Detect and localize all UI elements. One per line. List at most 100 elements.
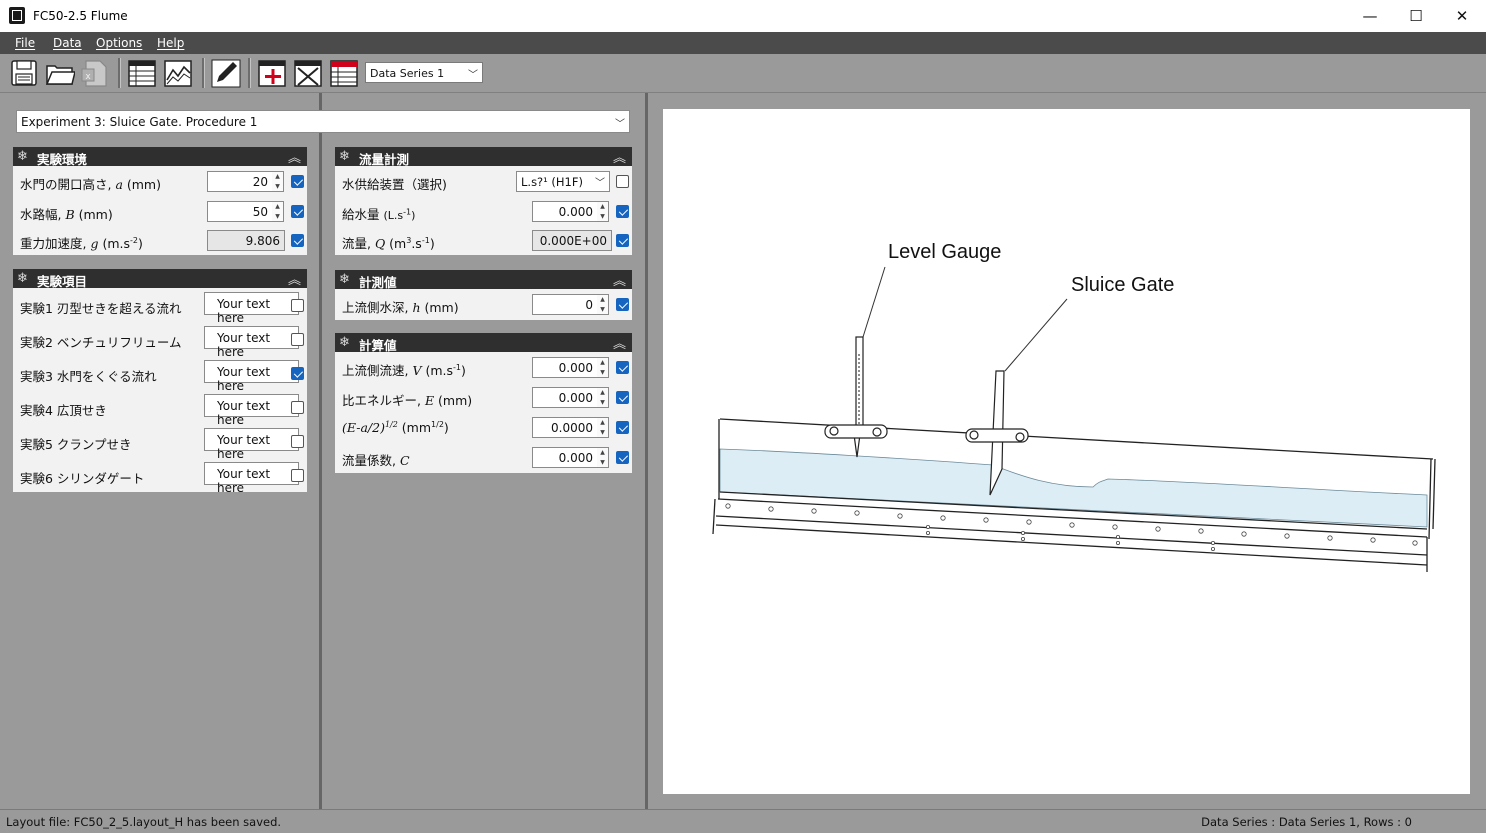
gate-opening-input[interactable]: 20 [207,171,273,192]
sluice-gate-leader [1004,298,1068,372]
upstream-depth-checkbox[interactable] [616,298,629,311]
experiment-row: 実験3 水門をくぐる流れ Your text here [13,356,307,393]
experiment-text-input[interactable]: Your text here [204,428,299,461]
gravity-checkbox[interactable] [291,234,304,247]
flow-rate-checkbox[interactable] [616,234,629,247]
discharge-coeff-checkbox[interactable] [616,451,629,464]
status-series-info: Data Series : Data Series 1, Rows : 0 [1201,815,1412,829]
collapse-icon[interactable]: ︽ [288,147,301,166]
excel-export-icon[interactable]: x [80,58,110,88]
channel-width-stepper[interactable]: ▲ ▼ [272,201,284,222]
calculated-panel-header[interactable]: ❄ 計算値 ︽ [335,333,632,353]
experiment-checkbox[interactable] [291,299,304,312]
open-folder-icon[interactable] [45,58,75,88]
upstream-velocity-stepper[interactable]: ▲ ▼ [597,357,609,378]
experiment-checkbox[interactable] [291,469,304,482]
menu-options[interactable]: Options [96,36,142,50]
upstream-velocity-input[interactable]: 0.000 [532,357,598,378]
collapse-icon[interactable]: ︽ [613,147,626,166]
gravity-label: 重力加速度, g (m.s-2) [20,235,143,251]
graph-view-icon[interactable] [163,58,193,88]
chevron-down-icon: ﹀ [468,70,478,81]
specific-energy-label: 比エネルギー, E (mm) [342,393,473,408]
close-button[interactable]: ✕ [1439,0,1485,32]
gate-opening-checkbox[interactable] [291,175,304,188]
chevron-down-icon: ﹀ [615,119,625,130]
snowflake-icon: ❄ [339,272,350,287]
flow-panel-header[interactable]: ❄ 流量計測 ︽ [335,147,632,167]
upstream-depth-stepper[interactable]: ▲ ▼ [597,294,609,315]
collapse-icon[interactable]: ︽ [288,269,301,288]
maximize-button[interactable]: ☐ [1393,0,1439,32]
supply-device-select[interactable]: L.s?¹ (H1F) ﹀ [516,171,610,192]
experiment-row: 実験5 クランプせき Your text here [13,424,307,461]
menu-help[interactable]: Help [157,36,184,50]
snowflake-icon: ❄ [17,149,28,164]
experiment-checkbox[interactable] [291,367,304,380]
upstream-velocity-row: 上流側流速, V (m.s-1) 0.000 ▲ ▼ [335,352,632,382]
edit-pencil-icon[interactable] [211,58,241,88]
measured-values-panel: ❄ 計測値 ︽ 上流側水深, h (mm) 0 ▲ ▼ [335,270,632,320]
experiment-checkbox[interactable] [291,333,304,346]
channel-width-checkbox[interactable] [291,205,304,218]
experiment-text-input[interactable]: Your text here [204,292,299,325]
channel-width-row: 水路幅, B (mm) 50 ▲ ▼ [13,196,307,226]
specific-energy-checkbox[interactable] [616,391,629,404]
menu-data[interactable]: Data [53,36,82,50]
supply-device-checkbox[interactable] [616,175,629,188]
environment-panel-header[interactable]: ❄ 実験環境 ︽ [13,147,307,167]
chevron-down-icon: ﹀ [595,178,605,189]
table-view-icon[interactable] [127,58,157,88]
specific-energy-input[interactable]: 0.000 [532,387,598,408]
minimize-button[interactable]: — [1347,0,1393,32]
experiment-text-input[interactable]: Your text here [204,462,299,495]
experiment-text-input[interactable]: Your text here [204,360,299,393]
toolbar: x [0,54,1486,93]
save-icon[interactable] [9,58,39,88]
experiment-select-value: Experiment 3: Sluice Gate. Procedure 1 [21,115,258,129]
specific-energy-stepper[interactable]: ▲ ▼ [597,387,609,408]
toolbar-separator [118,58,121,88]
delete-row-icon[interactable] [293,58,323,88]
snowflake-icon: ❄ [339,149,350,164]
supply-rate-checkbox[interactable] [616,205,629,218]
experiments-panel-header[interactable]: ❄ 実験項目 ︽ [13,269,307,289]
collapse-icon[interactable]: ︽ [613,270,626,289]
experiment-select[interactable]: Experiment 3: Sluice Gate. Procedure 1 ﹀ [16,110,630,133]
pane-splitter[interactable] [645,93,648,809]
experiment-text-input[interactable]: Your text here [204,326,299,359]
upstream-velocity-label: 上流側流速, V (m.s-1) [342,362,466,378]
app-icon [9,7,25,24]
energy-root-input[interactable]: 0.0000 [532,417,598,438]
gate-opening-stepper[interactable]: ▲ ▼ [272,171,284,192]
flow-measurement-panel: ❄ 流量計測 ︽ 水供給装置（選択) L.s?¹ (H1F) ﹀ 給水量 (L.… [335,147,632,255]
measured-panel-header[interactable]: ❄ 計測値 ︽ [335,270,632,290]
gate-opening-row: 水門の開口高さ, a (mm) 20 ▲ ▼ [13,166,307,196]
level-gauge-leader [862,266,886,338]
menu-file[interactable]: File [15,36,35,50]
experiment-checkbox[interactable] [291,401,304,414]
supply-rate-label: 給水量 (L.s-1) [342,207,416,222]
supply-rate-input[interactable]: 0.000 [532,201,598,222]
energy-root-row: (E-a/2)1/2 (mm1/2) 0.0000 ▲ ▼ [335,412,632,442]
status-message: Layout file: FC50_2_5.layout_H has been … [6,815,282,829]
energy-root-stepper[interactable]: ▲ ▼ [597,417,609,438]
gravity-row: 重力加速度, g (m.s-2) 9.806 [13,225,307,255]
clear-table-icon[interactable] [329,58,359,88]
sluice-gate-label: Sluice Gate [1071,274,1174,296]
collapse-icon[interactable]: ︽ [613,333,626,352]
energy-root-checkbox[interactable] [616,421,629,434]
add-row-icon[interactable] [257,58,287,88]
experiment-checkbox[interactable] [291,435,304,448]
data-series-select[interactable]: Data Series 1 ﹀ [365,62,483,83]
discharge-coeff-input[interactable]: 0.000 [532,447,598,468]
upstream-velocity-checkbox[interactable] [616,361,629,374]
discharge-coeff-stepper[interactable]: ▲ ▼ [597,447,609,468]
supply-rate-stepper[interactable]: ▲ ▼ [597,201,609,222]
experiment-text-input[interactable]: Your text here [204,394,299,427]
environment-panel: ❄ 実験環境 ︽ 水門の開口高さ, a (mm) 20 ▲ ▼ 水路幅, B (m… [13,147,307,255]
supply-rate-row: 給水量 (L.s-1) 0.000 ▲ ▼ [335,196,632,226]
channel-width-input[interactable]: 50 [207,201,273,222]
data-series-value: Data Series 1 [370,67,445,80]
upstream-depth-input[interactable]: 0 [532,294,598,315]
